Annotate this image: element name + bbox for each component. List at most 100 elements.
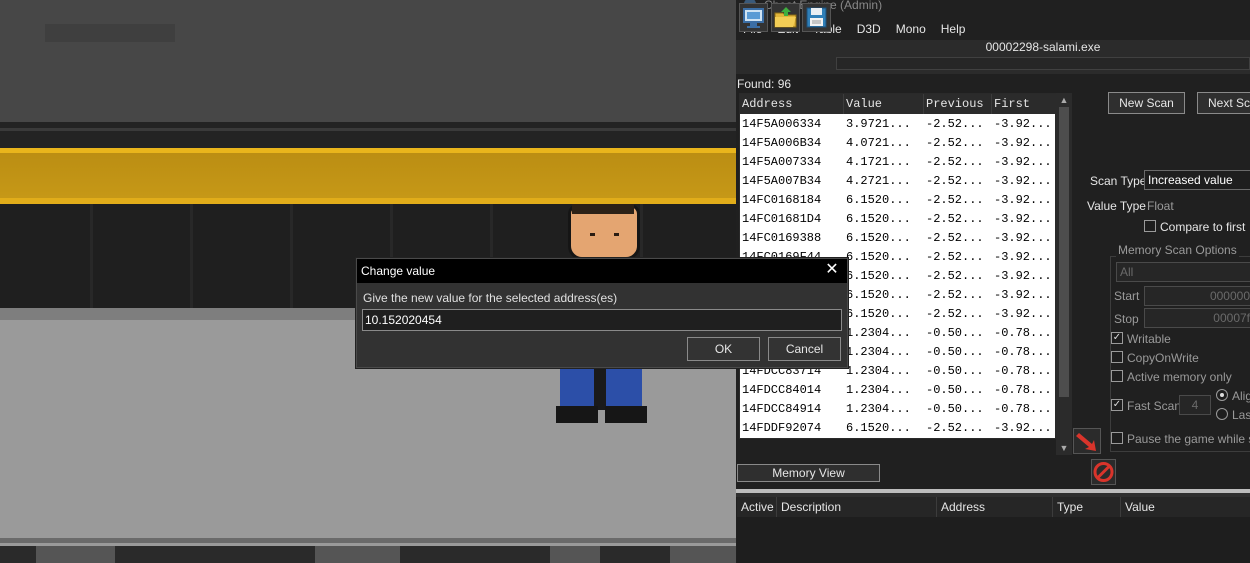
writable-label[interactable]: Writable <box>1127 332 1171 346</box>
scrollbar-thumb[interactable] <box>1059 107 1069 397</box>
row-value: 6.1520... <box>846 192 911 207</box>
character-leg-gap <box>594 366 606 410</box>
ok-button[interactable]: OK <box>687 337 760 361</box>
active-memory-label[interactable]: Active memory only <box>1127 370 1232 384</box>
last-digits-radio[interactable] <box>1216 408 1228 420</box>
column-header-value[interactable]: Value <box>1121 497 1250 517</box>
character-shoe <box>605 406 647 423</box>
save-button[interactable] <box>802 3 831 32</box>
last-digits-label[interactable]: Las <box>1232 408 1250 422</box>
row-address: 14F5A007B34 <box>742 173 822 188</box>
select-process-button[interactable] <box>739 3 768 32</box>
row-first: -3.92... <box>994 420 1052 435</box>
stop-address-field[interactable]: 00007f <box>1144 308 1250 328</box>
row-value: 4.1721... <box>846 154 911 169</box>
memory-view-button[interactable]: Memory View <box>737 464 880 482</box>
process-name: 00002298-salami.exe <box>836 40 1250 56</box>
dialog-titlebar: Change value <box>357 259 847 283</box>
pause-game-checkbox[interactable] <box>1111 432 1123 444</box>
row-first: -3.92... <box>994 230 1052 245</box>
active-memory-checkbox[interactable] <box>1111 370 1123 382</box>
value-type-label: Value Type <box>1087 199 1146 213</box>
alignment-radio[interactable] <box>1216 389 1228 401</box>
table-row[interactable]: 14F5A007334 4.1721... -2.52... -3.92... <box>740 152 1057 171</box>
menu-mono[interactable]: Mono <box>896 22 926 36</box>
compare-first-checkbox[interactable] <box>1144 220 1156 232</box>
row-previous: -0.50... <box>926 344 984 359</box>
scroll-up-icon[interactable]: ▲ <box>1056 93 1072 107</box>
character-eye <box>614 233 619 236</box>
dialog-title: Change value <box>361 264 436 278</box>
row-previous: -0.50... <box>926 363 984 378</box>
game-yellow-rail <box>0 148 736 204</box>
copyonwrite-label[interactable]: CopyOnWrite <box>1127 351 1199 365</box>
row-address: 14FC0168184 <box>742 192 822 207</box>
pause-game-label[interactable]: Pause the game while s <box>1127 432 1250 446</box>
column-header-description[interactable]: Description <box>777 497 937 517</box>
dialog-prompt: Give the new value for the selected addr… <box>363 291 618 305</box>
fast-scan-value-field[interactable]: 4 <box>1179 395 1211 415</box>
row-first: -3.92... <box>994 154 1052 169</box>
table-row[interactable]: 14FC01681D4 6.1520... -2.52... -3.92... <box>740 209 1057 228</box>
column-header-active[interactable]: Active <box>737 497 777 517</box>
row-previous: -2.52... <box>926 154 984 169</box>
next-scan-button[interactable]: Next Sc <box>1197 92 1250 114</box>
table-row[interactable]: 14FC0169388 6.1520... -2.52... -3.92... <box>740 228 1057 247</box>
alignment-label[interactable]: Alig <box>1232 389 1250 403</box>
game-stripe <box>0 128 736 131</box>
column-header-value[interactable]: Value <box>844 94 924 114</box>
new-scan-button[interactable]: New Scan <box>1108 92 1185 114</box>
fast-scan-label[interactable]: Fast Scan <box>1127 399 1181 413</box>
row-value: 3.9721... <box>846 116 911 131</box>
column-header-address[interactable]: Address <box>937 497 1053 517</box>
row-previous: -0.50... <box>926 401 984 416</box>
row-address: 14F5A006B34 <box>742 135 822 150</box>
compare-first-label[interactable]: Compare to first <box>1160 220 1245 234</box>
column-header-first[interactable]: First <box>992 94 1057 114</box>
value-type-value[interactable]: Float <box>1147 199 1174 213</box>
copyonwrite-checkbox[interactable] <box>1111 351 1123 363</box>
column-header-type[interactable]: Type <box>1053 497 1121 517</box>
fast-scan-checkbox[interactable]: ✓ <box>1111 399 1123 411</box>
stop-scan-button[interactable] <box>1091 459 1116 485</box>
table-row[interactable]: 14F5A006334 3.9721... -2.52... -3.92... <box>740 114 1057 133</box>
row-address: 14FC0169388 <box>742 230 822 245</box>
cancel-button[interactable]: Cancel <box>768 337 841 361</box>
game-bottom-panels <box>0 546 736 563</box>
close-icon[interactable]: ✕ <box>823 261 841 279</box>
row-first: -3.92... <box>994 135 1052 150</box>
row-address: 14FC01681D4 <box>742 211 822 226</box>
column-header-previous[interactable]: Previous <box>924 94 992 114</box>
table-row[interactable]: 14FC0168184 6.1520... -2.52... -3.92... <box>740 190 1057 209</box>
memory-region-select[interactable]: All <box>1116 262 1250 282</box>
row-value: 6.1520... <box>846 230 911 245</box>
change-value-dialog: Change value ✕ Give the new value for th… <box>356 258 848 368</box>
table-row[interactable]: 14FDDF92074 6.1520... -2.52... -3.92... <box>740 418 1057 437</box>
results-header: Address Value Previous First <box>740 94 1057 114</box>
open-file-button[interactable] <box>771 3 800 32</box>
menu-d3d[interactable]: D3D <box>857 22 881 36</box>
table-row[interactable]: 14FDCC84014 1.2304... -0.50... -0.78... <box>740 380 1057 399</box>
scroll-down-icon[interactable]: ▼ <box>1056 441 1072 455</box>
scan-type-select[interactable]: Increased value <box>1144 170 1250 190</box>
column-header-address[interactable]: Address <box>740 94 844 114</box>
row-first: -0.78... <box>994 363 1052 378</box>
row-value: 6.1520... <box>846 420 911 435</box>
table-row[interactable]: 14FDCC84914 1.2304... -0.50... -0.78... <box>740 399 1057 418</box>
row-value: 1.2304... <box>846 325 911 340</box>
row-value: 4.0721... <box>846 135 911 150</box>
address-table-body[interactable] <box>737 517 1250 563</box>
new-value-input[interactable] <box>362 309 842 331</box>
writable-checkbox[interactable]: ✓ <box>1111 332 1123 344</box>
results-scrollbar[interactable]: ▲ ▼ <box>1056 93 1072 455</box>
row-previous: -0.50... <box>926 325 984 340</box>
add-to-list-button[interactable] <box>1073 428 1101 454</box>
table-row[interactable]: 14F5A006B34 4.0721... -2.52... -3.92... <box>740 133 1057 152</box>
start-address-field[interactable]: 000000 <box>1144 286 1250 306</box>
row-first: -3.92... <box>994 211 1052 226</box>
address-table-header: Active Description Address Type Value <box>737 497 1250 517</box>
table-row[interactable]: 14F5A007B34 4.2721... -2.52... -3.92... <box>740 171 1057 190</box>
character-hair <box>572 204 634 214</box>
row-first: -3.92... <box>994 268 1052 283</box>
menu-help[interactable]: Help <box>941 22 966 36</box>
